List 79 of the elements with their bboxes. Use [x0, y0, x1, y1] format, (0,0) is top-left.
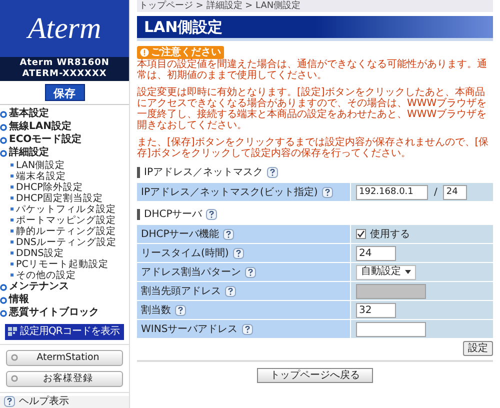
submenu-item[interactable]: 静的ルーティング設定 [0, 226, 129, 237]
input-field[interactable]: 24 [443, 184, 468, 200]
help-icon[interactable] [232, 248, 244, 258]
breadcrumb: トップページ > 詳細設定 > LAN側設定 [137, 0, 493, 12]
label-cell: WINSサーバアドレス [137, 320, 350, 338]
warning-text: 本項目の設定値を間違えた場合は、通信ができなくなる可能性があります。通常は、初期値のままで使用してください。 [137, 59, 488, 81]
bullet-icon [10, 229, 14, 234]
set-button[interactable]: 設定 [463, 341, 493, 356]
device-name: ATERM-XXXXXX [22, 69, 107, 80]
label-cell: リースタイム(時間) [137, 244, 350, 262]
separator-text: / [433, 186, 438, 200]
bullet-icon [10, 273, 14, 278]
save-button[interactable]: 保存 [44, 84, 84, 101]
input-field[interactable]: 24 [356, 246, 396, 260]
qr-button[interactable]: 設定用QRコードを表示 [5, 324, 124, 340]
help-icon[interactable] [245, 266, 256, 278]
bullet-icon [10, 174, 14, 178]
submenu-item[interactable]: DNSルーティング設定 [0, 236, 129, 248]
logo: Aterm [28, 14, 102, 44]
submenu-item[interactable]: DDNS設定 [0, 248, 129, 259]
label-cell: IPアドレス／ネットマスク(ビット指定) [137, 183, 350, 201]
bullet-icon [10, 240, 14, 244]
checkbox[interactable] [356, 229, 366, 239]
menu-item[interactable]: 情報 [0, 294, 129, 307]
notice-badge: ご注意ください [137, 46, 224, 59]
menu-item[interactable]: ECOモード設定 [0, 134, 129, 147]
bullet-icon [10, 262, 14, 266]
menu-item[interactable]: メンテナンス [0, 280, 129, 294]
submenu-item[interactable]: PCリモート起動設定 [0, 258, 129, 270]
model-name: Aterm WR8160N [20, 58, 110, 70]
menu-item[interactable]: 無線LAN設定 [0, 120, 129, 134]
bullet-icon [10, 185, 14, 190]
input-field[interactable] [356, 322, 426, 336]
ring-icon [11, 354, 18, 362]
label-cell: DHCPサーバ機能 [137, 225, 350, 243]
submenu-item[interactable]: その他の設定 [0, 270, 129, 281]
help-icon[interactable] [242, 324, 253, 334]
link-button[interactable]: AtermStation [6, 350, 123, 366]
warning-text: 設定変更は即時に有効となります。[設定]ボタンをクリックしたあと、本商品にアクセスできなくなる場合がありますので、その場合は、WWWブラウザを一度終了し、接続する端末と本商品の設定をあわせたあと、WWWブラウザを開きなおしてください。 [137, 87, 488, 131]
help-icon[interactable] [266, 167, 278, 178]
dropdown[interactable]: 自動設定 [356, 264, 416, 280]
checkbox-label: 使用する [370, 228, 410, 242]
bullet-icon [10, 207, 14, 212]
help-icon[interactable] [322, 186, 333, 198]
menu-item[interactable]: 悪質サイトブロック [0, 306, 129, 320]
submenu-item[interactable]: ポートマッピング設定 [0, 214, 129, 226]
label-cell: 割当先頭アドレス [137, 282, 350, 300]
input-field[interactable]: 192.168.0.1 [356, 184, 428, 200]
section-marker [137, 167, 140, 178]
help-icon[interactable] [223, 228, 234, 240]
bullet-icon [10, 163, 14, 168]
page-title: LAN側設定 [144, 20, 223, 34]
bullet-icon [10, 251, 14, 256]
bullet-icon [10, 218, 14, 222]
warning-text: また、[保存]ボタンをクリックするまでは設定内容が保存されませんので、[保存]ボタンをクリックして設定内容の保存を行ってください。 [137, 137, 490, 159]
back-button[interactable]: トップページへ戻る [257, 368, 373, 383]
section-title: IPアドレス／ネットマスク [144, 166, 263, 180]
submenu-item[interactable]: 端末名設定 [0, 170, 129, 182]
submenu-item[interactable]: LAN側設定 [0, 160, 129, 171]
help-icon[interactable] [4, 396, 15, 408]
label-cell: 割当数 [137, 301, 350, 319]
ring-icon [11, 375, 18, 382]
section-marker [137, 209, 140, 220]
link-button[interactable]: お客様登録 [6, 370, 123, 387]
menu-item[interactable]: 詳細設定 [0, 146, 129, 160]
help-icon[interactable] [206, 209, 218, 220]
submenu-item[interactable]: パケットフィルタ設定 [0, 204, 129, 215]
caret-icon [405, 270, 411, 274]
menu-item[interactable]: 基本設定 [0, 108, 129, 121]
help-link[interactable]: ヘルプ表示 [0, 396, 129, 408]
submenu-item[interactable]: DHCP除外設定 [0, 182, 129, 193]
label-cell: アドレス割当パターン [137, 263, 350, 281]
help-icon[interactable] [175, 304, 186, 316]
help-icon[interactable] [225, 286, 236, 296]
bullet-icon [10, 196, 14, 200]
submenu-item[interactable]: DHCP固定割当設定 [0, 192, 129, 204]
input-field[interactable]: 32 [356, 302, 396, 318]
section-title: DHCPサーバ [144, 208, 202, 222]
qr-icon [8, 327, 17, 336]
